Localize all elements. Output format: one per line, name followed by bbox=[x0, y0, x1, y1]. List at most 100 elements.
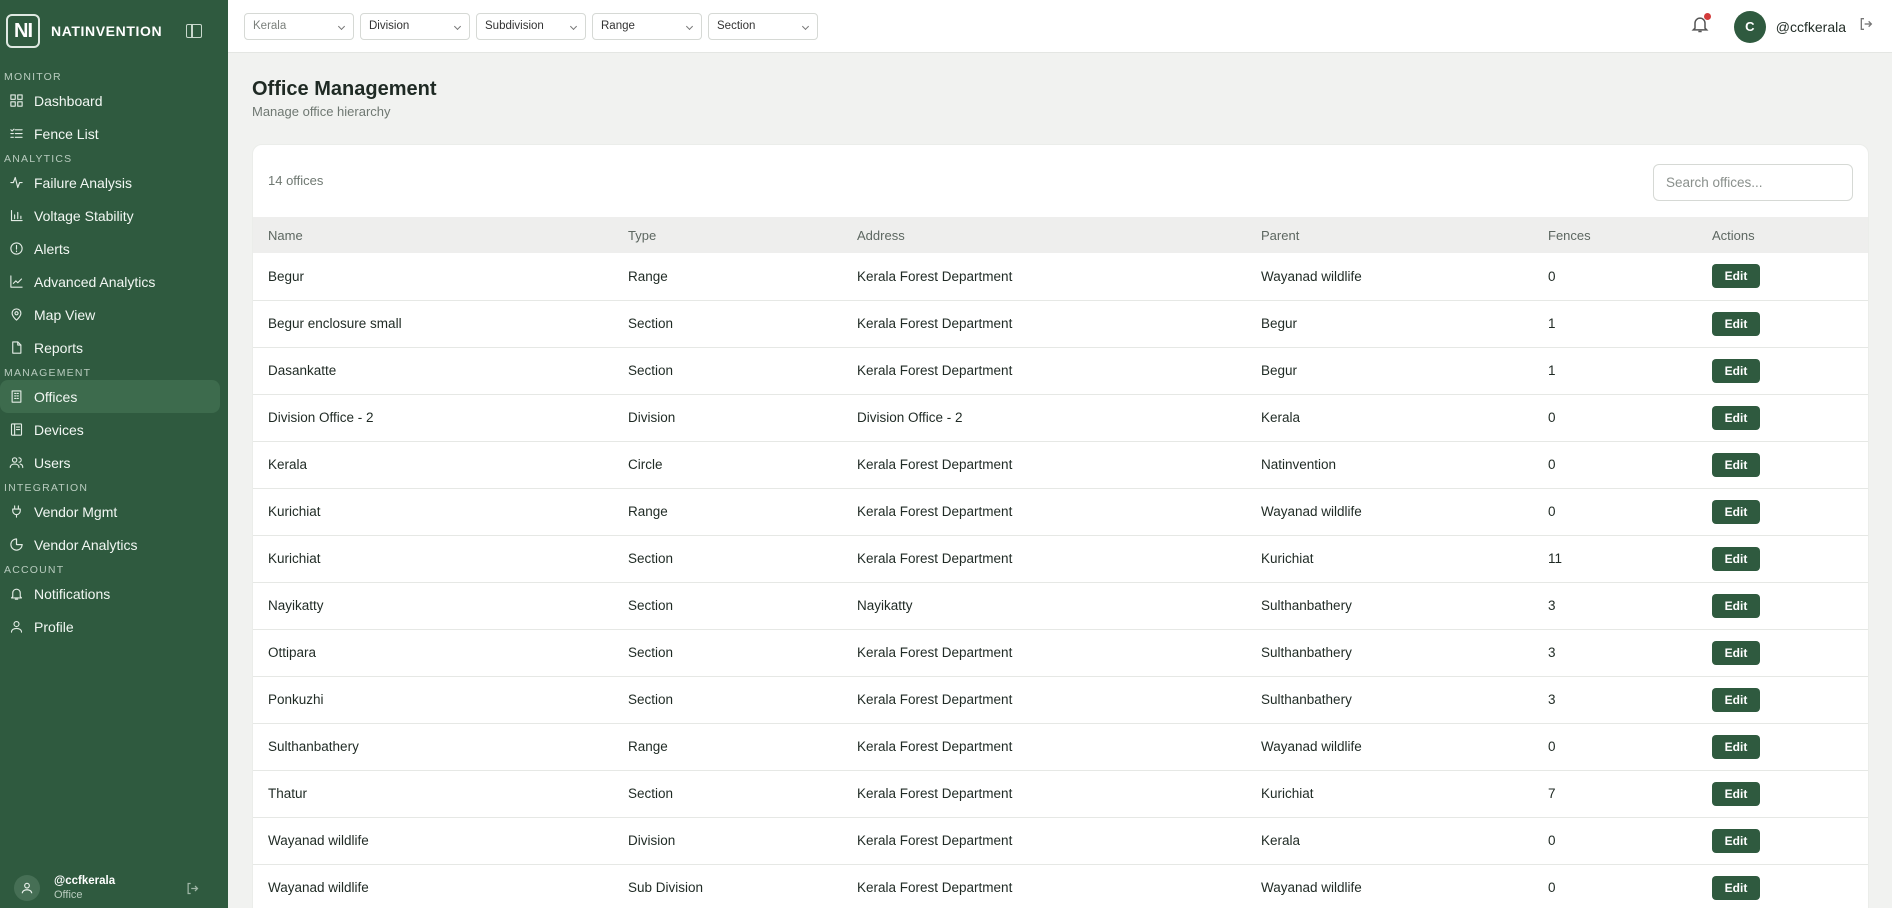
sidebar-item-fence-list[interactable]: Fence List bbox=[0, 117, 222, 150]
user-avatar[interactable]: C bbox=[1733, 10, 1766, 43]
edit-button[interactable]: Edit bbox=[1712, 405, 1760, 430]
sidebar-item-map-view[interactable]: Map View bbox=[0, 298, 222, 331]
building-icon bbox=[11, 390, 22, 403]
cell-name: Division Office - 2 bbox=[253, 394, 613, 442]
cell-fences: 3 bbox=[1533, 582, 1697, 630]
cell-name: Thatur bbox=[253, 770, 613, 818]
cell-fences: 0 bbox=[1533, 723, 1697, 771]
sidebar-item-offices[interactable]: Offices bbox=[0, 380, 220, 413]
cell-parent: Wayanad wildlife bbox=[1246, 488, 1533, 536]
logout-icon[interactable] bbox=[185, 881, 200, 901]
filter-range[interactable]: Range bbox=[592, 12, 702, 40]
cell-fences: 1 bbox=[1533, 300, 1697, 348]
sidebar-item-vendor-mgmt[interactable]: Vendor Mgmt bbox=[0, 495, 222, 528]
sidebar-item-label: Vendor Analytics bbox=[34, 536, 138, 553]
notification-dot bbox=[1703, 13, 1711, 20]
filter-bar: Kerala Division Subdivision Range Section bbox=[244, 12, 824, 40]
top-username[interactable]: @ccfkerala bbox=[1776, 19, 1846, 35]
table-row: Ottipara Section Kerala Forest Department S… bbox=[253, 629, 1868, 677]
filter-subdivision[interactable]: Subdivision bbox=[476, 12, 586, 40]
sidebar-item-vendor-analytics[interactable]: Vendor Analytics bbox=[0, 528, 222, 561]
sidebar-section-label: ANALYTICS bbox=[4, 153, 73, 165]
cell-actions: Edit bbox=[1697, 535, 1868, 583]
cell-name: Kurichiat bbox=[253, 488, 613, 536]
activity-icon bbox=[10, 176, 23, 189]
cell-type: Section bbox=[613, 629, 842, 677]
cell-fences: 0 bbox=[1533, 394, 1697, 442]
sidebar-collapse-icon[interactable] bbox=[186, 24, 202, 38]
edit-button[interactable]: Edit bbox=[1712, 734, 1760, 759]
cell-parent: Sulthanbathery bbox=[1246, 629, 1533, 677]
sidebar-item-profile[interactable]: Profile bbox=[0, 610, 222, 643]
cell-actions: Edit bbox=[1697, 582, 1868, 630]
sidebar-item-users[interactable]: Users bbox=[0, 446, 222, 479]
search-input[interactable] bbox=[1653, 164, 1853, 201]
grid-icon bbox=[10, 94, 23, 107]
cell-address: Kerala Forest Department bbox=[842, 488, 1246, 536]
sidebar-section-label: MANAGEMENT bbox=[4, 367, 92, 379]
column-header-type: Type bbox=[628, 227, 657, 243]
edit-button[interactable]: Edit bbox=[1712, 875, 1760, 900]
cell-address: Kerala Forest Department bbox=[842, 629, 1246, 677]
cell-actions: Edit bbox=[1697, 394, 1868, 442]
table-body: Begur Range Kerala Forest Department Wayana… bbox=[253, 253, 1868, 908]
notification-bell-icon[interactable] bbox=[1690, 13, 1711, 39]
sidebar-item-label: Failure Analysis bbox=[34, 174, 133, 191]
sidebar-item-label: Reports bbox=[34, 339, 84, 356]
cell-type: Section bbox=[613, 347, 842, 395]
edit-button[interactable]: Edit bbox=[1712, 264, 1760, 289]
edit-button[interactable]: Edit bbox=[1712, 499, 1760, 524]
edit-button[interactable]: Edit bbox=[1712, 546, 1760, 571]
chevron-down-icon bbox=[453, 22, 462, 30]
page-subtitle: Manage office hierarchy bbox=[252, 104, 391, 119]
brand-logo[interactable]: NI bbox=[6, 14, 40, 48]
cell-parent: Natinvention bbox=[1246, 441, 1533, 489]
edit-button[interactable]: Edit bbox=[1712, 452, 1760, 477]
sidebar-item-notifications[interactable]: Notifications bbox=[0, 577, 222, 610]
cell-fences: 1 bbox=[1533, 347, 1697, 395]
filter-section[interactable]: Section bbox=[708, 12, 818, 40]
cell-name: Kurichiat bbox=[253, 535, 613, 583]
cell-parent: Kurichiat bbox=[1246, 770, 1533, 818]
table-row: Wayanad wildlife Sub Division Kerala Fores… bbox=[253, 864, 1868, 908]
list-icon bbox=[10, 128, 23, 138]
filter-value: Range bbox=[601, 20, 635, 32]
sidebar-item-dashboard[interactable]: Dashboard bbox=[0, 84, 222, 117]
sidebar-item-failure-analysis[interactable]: Failure Analysis bbox=[0, 166, 222, 199]
sidebar-item-voltage-stability[interactable]: Voltage Stability bbox=[0, 199, 222, 232]
edit-button[interactable]: Edit bbox=[1712, 687, 1760, 712]
filter-division[interactable]: Division bbox=[360, 12, 470, 40]
edit-button[interactable]: Edit bbox=[1712, 640, 1760, 665]
sidebar-item-devices[interactable]: Devices bbox=[0, 413, 222, 446]
sidebar-item-label: Voltage Stability bbox=[34, 207, 134, 224]
cell-name: Sulthanbathery bbox=[253, 723, 613, 771]
edit-button[interactable]: Edit bbox=[1712, 358, 1760, 383]
topbar: Kerala Division Subdivision Range Section C … bbox=[228, 0, 1892, 53]
cell-address: Kerala Forest Department bbox=[842, 676, 1246, 724]
cell-fences: 0 bbox=[1533, 441, 1697, 489]
filter-kerala[interactable]: Kerala bbox=[244, 12, 354, 40]
cell-parent: Wayanad wildlife bbox=[1246, 253, 1533, 301]
sidebar-item-alerts[interactable]: Alerts bbox=[0, 232, 222, 265]
cell-name: Kerala bbox=[253, 441, 613, 489]
cell-parent: Kerala bbox=[1246, 817, 1533, 865]
top-logout-icon[interactable] bbox=[1858, 16, 1874, 37]
edit-button[interactable]: Edit bbox=[1712, 828, 1760, 853]
sidebar-item-reports[interactable]: Reports bbox=[0, 331, 222, 364]
cell-address: Nayikatty bbox=[842, 582, 1246, 630]
edit-button[interactable]: Edit bbox=[1712, 781, 1760, 806]
table-row: Sulthanbathery Range Kerala Forest Departm… bbox=[253, 723, 1868, 771]
edit-button[interactable]: Edit bbox=[1712, 593, 1760, 618]
edit-button[interactable]: Edit bbox=[1712, 311, 1760, 336]
sidebar-item-label: Vendor Mgmt bbox=[34, 503, 118, 520]
sidebar-item-label: Fence List bbox=[34, 125, 99, 142]
cell-actions: Edit bbox=[1697, 253, 1868, 301]
trend-icon bbox=[10, 275, 23, 288]
sidebar-item-advanced-analytics[interactable]: Advanced Analytics bbox=[0, 265, 222, 298]
cell-address: Division Office - 2 bbox=[842, 394, 1246, 442]
bar-chart-icon bbox=[10, 209, 23, 222]
sidebar-user[interactable]: @ccfkerala Office bbox=[0, 868, 228, 908]
sidebar: NI NATINVENTION MONITOR Dashboard Fence Li… bbox=[0, 0, 228, 908]
sidebar-item-label: Profile bbox=[34, 618, 74, 635]
cell-type: Division bbox=[613, 817, 842, 865]
